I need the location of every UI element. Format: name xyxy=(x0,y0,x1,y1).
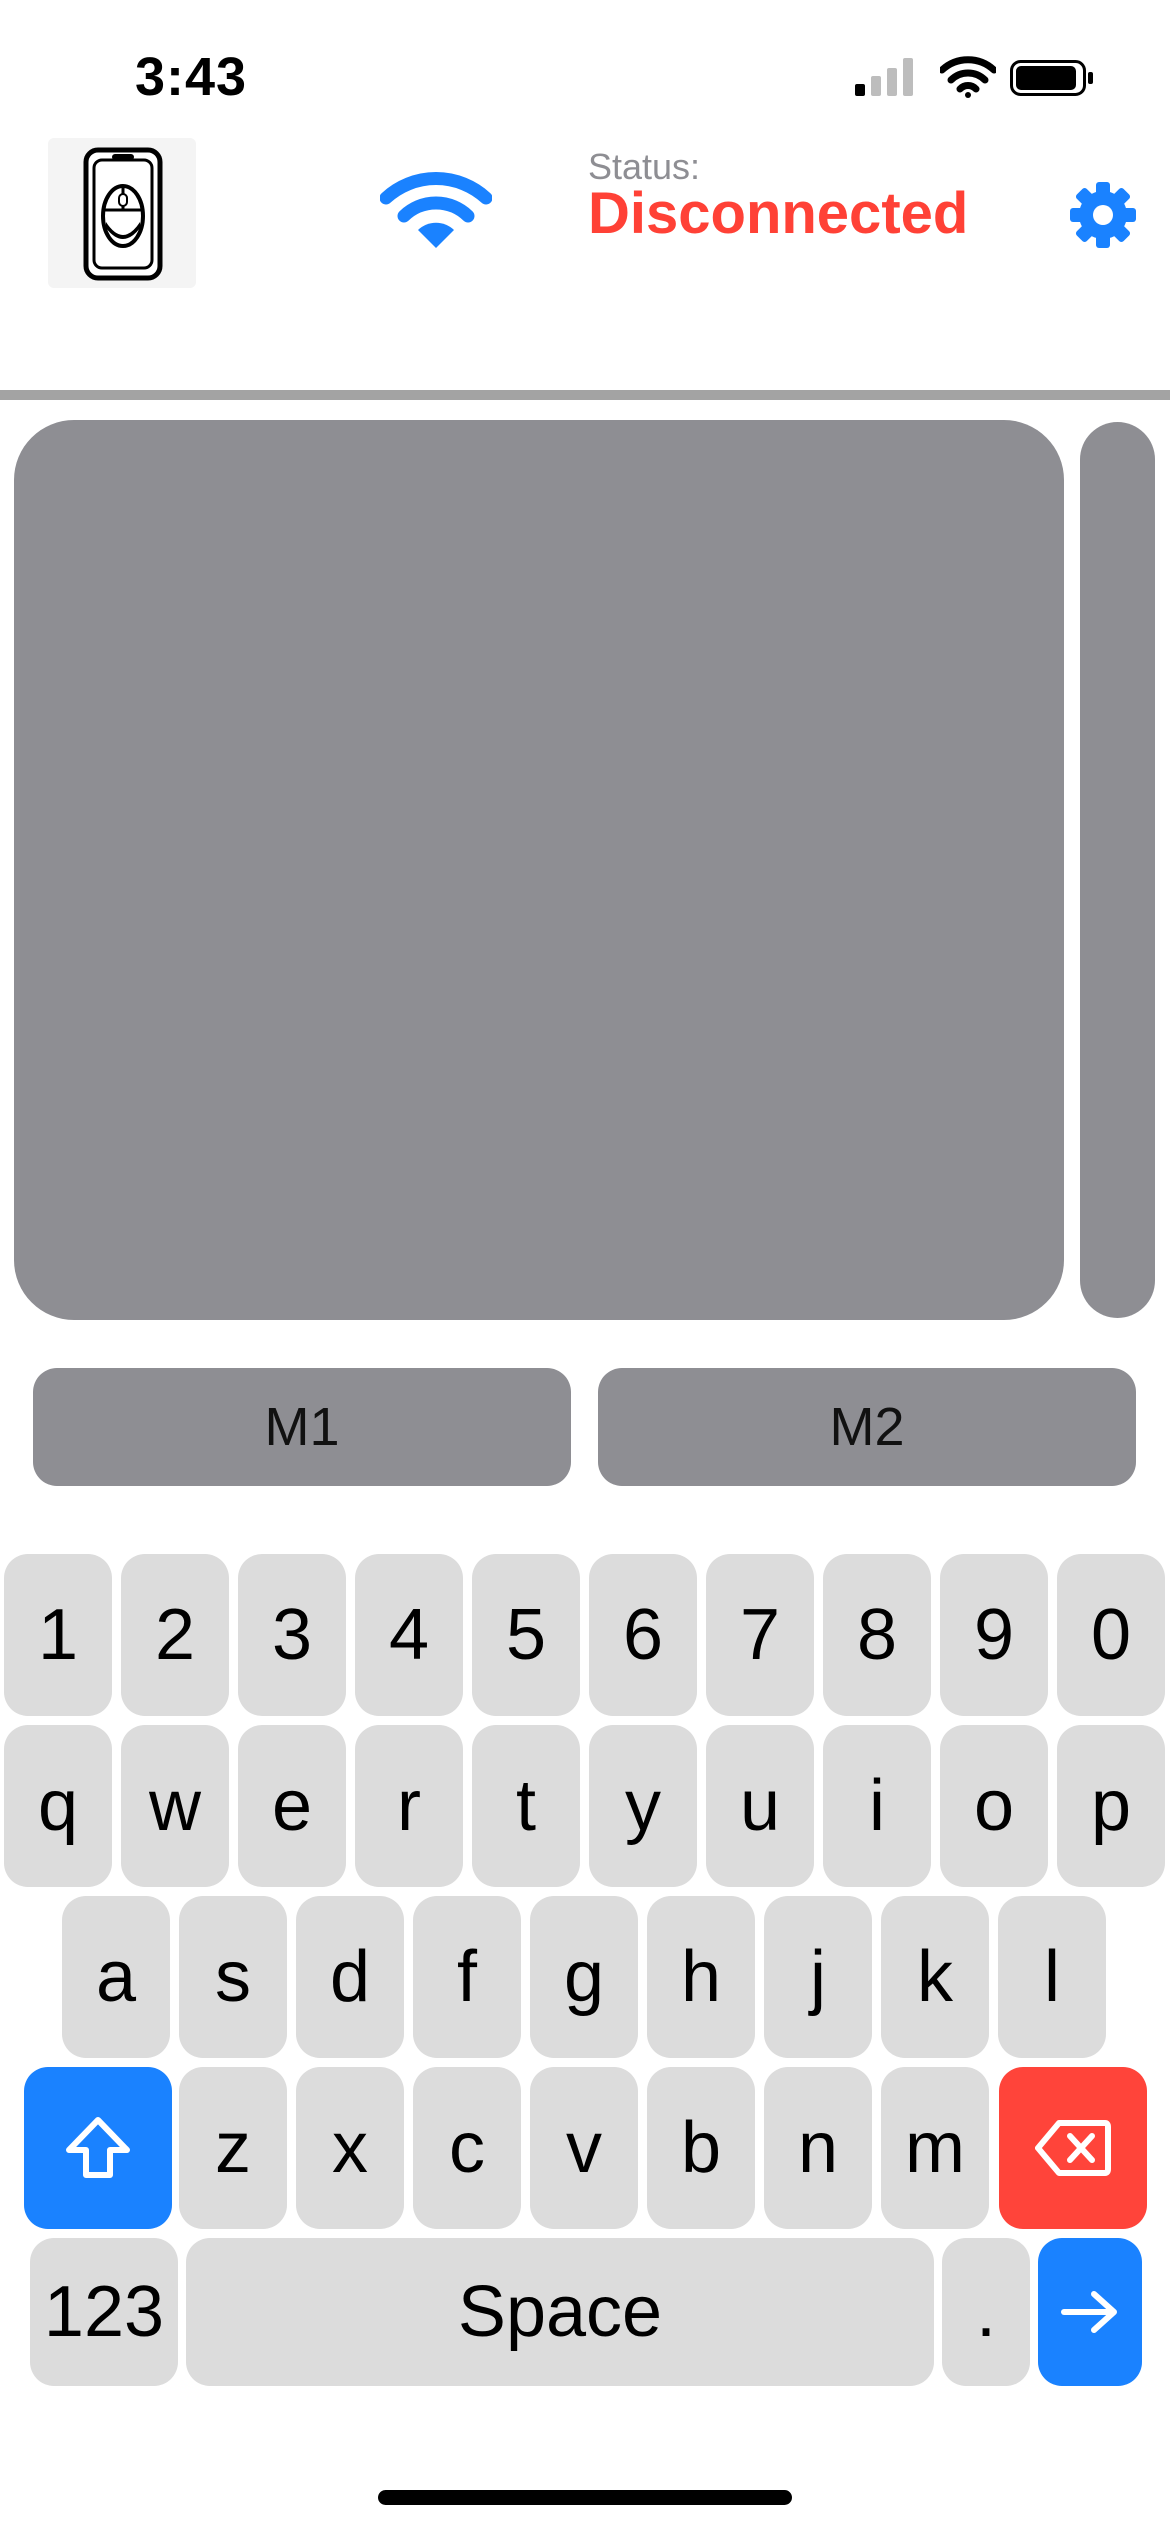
m1-button[interactable]: M1 xyxy=(33,1368,571,1486)
key-z[interactable]: z xyxy=(179,2067,287,2229)
shift-arrow-icon xyxy=(66,2117,130,2178)
key-m[interactable]: m xyxy=(881,2067,989,2229)
key-b[interactable]: b xyxy=(647,2067,755,2229)
settings-gear-icon[interactable] xyxy=(1068,180,1138,250)
key-q[interactable]: q xyxy=(4,1725,112,1887)
period-key[interactable]: . xyxy=(942,2238,1030,2386)
key-6[interactable]: 6 xyxy=(589,1554,697,1716)
numbers-key[interactable]: 123 xyxy=(30,2238,178,2386)
key-7[interactable]: 7 xyxy=(706,1554,814,1716)
enter-key[interactable] xyxy=(1038,2238,1142,2386)
key-0[interactable]: 0 xyxy=(1057,1554,1165,1716)
cellular-signal-icon xyxy=(855,58,913,96)
key-w[interactable]: w xyxy=(121,1725,229,1887)
trackpad-area[interactable] xyxy=(14,420,1064,1320)
key-a[interactable]: a xyxy=(62,1896,170,2058)
key-3[interactable]: 3 xyxy=(238,1554,346,1716)
key-1[interactable]: 1 xyxy=(4,1554,112,1716)
key-c[interactable]: c xyxy=(413,2067,521,2229)
key-j[interactable]: j xyxy=(764,1896,872,2058)
backspace-icon xyxy=(1035,2120,1111,2176)
connection-status: Disconnected xyxy=(588,181,969,246)
app-logo xyxy=(48,138,196,288)
wifi-status-icon xyxy=(940,56,996,98)
key-p[interactable]: p xyxy=(1057,1725,1165,1887)
battery-icon xyxy=(1010,60,1093,96)
key-4[interactable]: 4 xyxy=(355,1554,463,1716)
key-r[interactable]: r xyxy=(355,1725,463,1887)
key-d[interactable]: d xyxy=(296,1896,404,2058)
key-t[interactable]: t xyxy=(472,1725,580,1887)
scroll-strip[interactable] xyxy=(1080,422,1155,1318)
key-k[interactable]: k xyxy=(881,1896,989,2058)
status-bar-time: 3:43 xyxy=(135,47,248,107)
key-x[interactable]: x xyxy=(296,2067,404,2229)
key-v[interactable]: v xyxy=(530,2067,638,2229)
key-9[interactable]: 9 xyxy=(940,1554,1048,1716)
arrow-right-icon xyxy=(1061,2291,1117,2333)
key-8[interactable]: 8 xyxy=(823,1554,931,1716)
header-divider xyxy=(0,390,1170,400)
key-y[interactable]: y xyxy=(589,1725,697,1887)
space-key[interactable]: Space xyxy=(186,2238,934,2386)
home-indicator xyxy=(378,2490,792,2505)
m2-button[interactable]: M2 xyxy=(598,1368,1136,1486)
key-u[interactable]: u xyxy=(706,1725,814,1887)
key-2[interactable]: 2 xyxy=(121,1554,229,1716)
shift-key[interactable] xyxy=(24,2067,172,2229)
key-5[interactable]: 5 xyxy=(472,1554,580,1716)
key-n[interactable]: n xyxy=(764,2067,872,2229)
key-e[interactable]: e xyxy=(238,1725,346,1887)
delete-key[interactable] xyxy=(999,2067,1147,2229)
wifi-connect-icon[interactable] xyxy=(380,170,492,250)
key-g[interactable]: g xyxy=(530,1896,638,2058)
phone-mouse-icon xyxy=(83,147,163,281)
key-l[interactable]: l xyxy=(998,1896,1106,2058)
key-s[interactable]: s xyxy=(179,1896,287,2058)
key-o[interactable]: o xyxy=(940,1725,1048,1887)
key-i[interactable]: i xyxy=(823,1725,931,1887)
key-f[interactable]: f xyxy=(413,1896,521,2058)
key-h[interactable]: h xyxy=(647,1896,755,2058)
